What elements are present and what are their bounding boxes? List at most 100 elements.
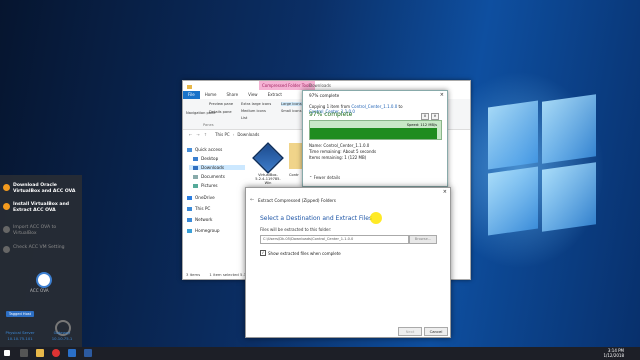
nav-label: Quick access [195, 147, 223, 152]
checkbox-label: Show extracted files when complete [268, 250, 341, 256]
items-remaining-line: Items remaining: 1 (122 MB) [309, 155, 367, 160]
browse-button[interactable]: Browse... [409, 235, 437, 244]
virtualbox-taskbar-icon[interactable] [84, 349, 92, 357]
extra-large-icons-option[interactable]: Extra large icons [241, 102, 271, 106]
nav-this-pc[interactable]: This PC [187, 206, 210, 211]
nav-documents[interactable]: Documents [193, 174, 225, 179]
nav-label: Downloads [201, 165, 224, 170]
checkbox-checked-icon[interactable]: ✓ [260, 250, 266, 256]
star-icon [187, 147, 192, 152]
computer-icon [187, 206, 192, 211]
folder-icon [187, 84, 192, 89]
time-remaining-line: Time remaining: About 5 seconds [309, 149, 377, 154]
up-arrow-icon[interactable]: ↑ [204, 132, 207, 137]
virtualbox-installer-file[interactable]: VirtualBox-5.2.4-119785-Win [252, 142, 284, 185]
acc-ova-node-icon [36, 272, 52, 288]
cursor-highlight-icon [370, 212, 382, 224]
start-icon[interactable] [4, 350, 10, 356]
desktop-icon [193, 156, 198, 161]
pictures-icon [193, 183, 198, 188]
nav-network[interactable]: Network [187, 217, 212, 222]
compressed-folder-tools-tab[interactable]: Compressed Folder Tools [259, 81, 315, 90]
zip-folder-icon[interactable] [289, 143, 303, 169]
breadcrumb-downloads[interactable]: Downloads [237, 132, 259, 137]
file-explorer-icon[interactable] [36, 349, 44, 357]
large-icons-option[interactable]: Large icons [281, 102, 302, 106]
homegroup-icon [187, 228, 192, 233]
nav-onedrive[interactable]: OneDrive [187, 195, 215, 200]
tutorial-steps-panel: Download Oracle VirtualBox and ACC OVA I… [0, 175, 82, 347]
dialog-heading: Select a Destination and Extract Files [260, 215, 373, 222]
documents-icon [193, 174, 198, 179]
medium-icons-option[interactable]: Medium icons [241, 109, 266, 113]
gateway-label: Gateway [53, 330, 71, 335]
pause-button[interactable]: II [421, 113, 429, 120]
progress-title: 97% complete [309, 93, 340, 98]
windows-logo [478, 94, 598, 246]
step-1[interactable]: Download Oracle VirtualBox and ACC OVA [3, 183, 81, 195]
show-files-checkbox[interactable]: ✓ Show extracted files when complete [260, 250, 341, 256]
window-title: Downloads [309, 83, 331, 88]
preview-pane-button[interactable]: Preview pane [209, 102, 233, 106]
nav-pictures[interactable]: Pictures [193, 183, 218, 188]
clock-date: 1/12/2018 [603, 353, 624, 358]
tab-extract[interactable]: Extract [263, 91, 287, 99]
cancel-copy-button[interactable]: ✕ [431, 113, 439, 120]
nav-quick-access[interactable]: Quick access [187, 147, 222, 152]
tab-view[interactable]: View [243, 91, 263, 99]
nav-homegroup[interactable]: Homegroup [187, 228, 220, 233]
nav-label: Network [195, 217, 213, 222]
tab-file[interactable]: File [183, 91, 200, 99]
nav-label: Documents [201, 174, 225, 179]
status-item-count: 3 items [186, 272, 201, 277]
app-icon[interactable] [68, 349, 76, 357]
file-name: VirtualBox-5.2.4-119785-Win [255, 173, 281, 185]
nav-label: Desktop [201, 156, 219, 161]
step-2[interactable]: Install VirtualBox and Extract ACC OVA [3, 202, 81, 214]
speed-label: Speed: 112 MB/s [406, 123, 437, 127]
step-4-label: Check ACC VM Setting [13, 245, 65, 250]
nav-label: Pictures [201, 183, 218, 188]
chrome-icon[interactable] [52, 349, 60, 357]
step-3-label: Import ACC OVA to VirtualBox [13, 225, 57, 236]
source-link[interactable]: Control_Center_1.1.0.0 [351, 104, 397, 109]
nav-label: Homegroup [195, 228, 220, 233]
physical-server-label: Physical Server [5, 330, 35, 335]
nav-downloads[interactable]: Downloads [189, 165, 245, 170]
nav-desktop[interactable]: Desktop [193, 156, 218, 161]
nav-label: This PC [195, 206, 211, 211]
close-icon[interactable]: × [443, 189, 447, 195]
step-3-marker [3, 226, 10, 233]
download-icon [193, 165, 198, 170]
gateway-ip: 10.10.75.1 [51, 336, 73, 341]
back-arrow-icon[interactable]: ← [189, 132, 192, 137]
destination-label: Files will be extracted to this folder: [260, 227, 332, 232]
close-icon[interactable]: × [440, 92, 444, 98]
step-1-label: Download Oracle VirtualBox and ACC OVA [13, 183, 76, 194]
copy-progress-dialog: 97% complete × Copying 1 item from Contr… [302, 90, 448, 187]
small-icons-option[interactable]: Small icons [281, 109, 301, 113]
details-pane-button[interactable]: Details pane [209, 110, 232, 114]
clock[interactable]: 3:14 PM 1/12/2018 [603, 348, 624, 358]
step-2-marker [3, 203, 10, 210]
physical-server-ip: 10.10.75.101 [7, 336, 33, 341]
next-button[interactable]: Next [398, 327, 422, 336]
cancel-button[interactable]: Cancel [424, 327, 448, 336]
list-option[interactable]: List [241, 116, 247, 120]
destination-path-field[interactable]: C:\Users\Dk-05\Downloads\Control_Center_… [260, 235, 409, 244]
percent-complete-label: 97% complete [309, 111, 353, 118]
step-3[interactable]: Import ACC OVA to VirtualBox [3, 225, 81, 237]
step-4[interactable]: Check ACC VM Setting [3, 245, 81, 253]
acc-ova-label: ACC OVA [30, 288, 49, 293]
dialog-header: Extract Compressed (Zipped) Folders [258, 198, 336, 203]
tab-share[interactable]: Share [222, 91, 244, 99]
fewer-details-toggle[interactable]: ⌃ Fewer details [309, 175, 340, 180]
step-2-label: Install VirtualBox and Extract ACC OVA [13, 202, 70, 213]
search-icon[interactable] [20, 349, 28, 357]
breadcrumb-this-pc[interactable]: This PC [215, 132, 230, 137]
tab-home[interactable]: Home [200, 91, 222, 99]
breadcrumb-separator-icon: › [232, 132, 235, 137]
forward-arrow-icon[interactable]: → [196, 132, 199, 137]
tagged-host-button[interactable]: Tagged Host [6, 311, 34, 317]
back-arrow-icon[interactable]: ← [250, 197, 254, 203]
